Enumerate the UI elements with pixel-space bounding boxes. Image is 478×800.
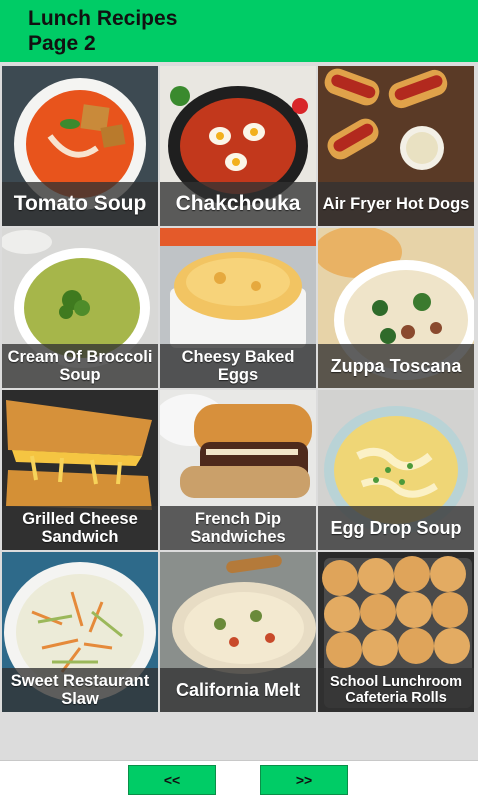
- recipe-title: Air Fryer Hot Dogs: [318, 182, 474, 226]
- next-page-button[interactable]: >>: [260, 765, 348, 795]
- pagination-bar: << >>: [0, 760, 478, 800]
- recipe-title: Tomato Soup: [2, 182, 158, 226]
- recipe-grid: Tomato Soup Chakchouka Air Fryer Hot Dog…: [2, 66, 476, 712]
- page-title: Lunch Recipes: [28, 7, 178, 30]
- recipe-title: Egg Drop Soup: [318, 506, 474, 550]
- previous-page-button[interactable]: <<: [128, 765, 216, 795]
- recipe-card-air-fryer-hot-dogs[interactable]: Air Fryer Hot Dogs: [318, 66, 474, 226]
- recipe-card-tomato-soup[interactable]: Tomato Soup: [2, 66, 158, 226]
- recipe-card-cheesy-baked-eggs[interactable]: Cheesy Baked Eggs: [160, 228, 316, 388]
- recipe-card-cafeteria-rolls[interactable]: School Lunchroom Cafeteria Rolls: [318, 552, 474, 712]
- recipe-card-zuppa-toscana[interactable]: Zuppa Toscana: [318, 228, 474, 388]
- recipe-title: Chakchouka: [160, 182, 316, 226]
- recipe-title: Sweet Restaurant Slaw: [2, 668, 158, 712]
- page-number: Page 2: [28, 32, 96, 55]
- recipe-title: Zuppa Toscana: [318, 344, 474, 388]
- recipe-card-grilled-cheese-sandwich[interactable]: Grilled Cheese Sandwich: [2, 390, 158, 550]
- recipe-title: French Dip Sandwiches: [160, 506, 316, 550]
- recipe-card-sweet-restaurant-slaw[interactable]: Sweet Restaurant Slaw: [2, 552, 158, 712]
- app-header: Lunch Recipes Page 2: [0, 0, 478, 62]
- recipe-card-california-melt[interactable]: California Melt: [160, 552, 316, 712]
- recipe-title: California Melt: [160, 668, 316, 712]
- recipe-card-egg-drop-soup[interactable]: Egg Drop Soup: [318, 390, 474, 550]
- recipe-title: Cream Of Broccoli Soup: [2, 344, 158, 388]
- recipe-title: School Lunchroom Cafeteria Rolls: [318, 668, 474, 712]
- recipe-card-cream-of-broccoli-soup[interactable]: Cream Of Broccoli Soup: [2, 228, 158, 388]
- recipe-title: Grilled Cheese Sandwich: [2, 506, 158, 550]
- recipe-card-french-dip-sandwiches[interactable]: French Dip Sandwiches: [160, 390, 316, 550]
- recipe-card-chakchouka[interactable]: Chakchouka: [160, 66, 316, 226]
- recipe-title: Cheesy Baked Eggs: [160, 344, 316, 388]
